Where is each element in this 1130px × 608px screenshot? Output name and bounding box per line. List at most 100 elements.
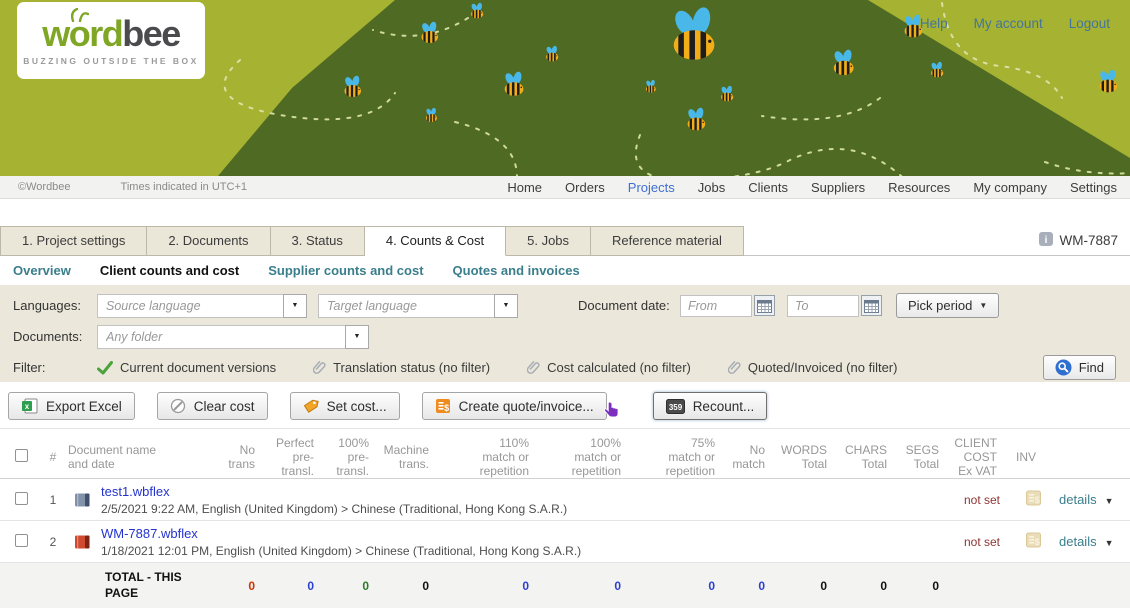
tab-5-jobs[interactable]: 5. Jobs (506, 226, 591, 256)
column-header-75-match-or-repetition: 75%match orrepetition (629, 429, 723, 479)
invoice-faded-icon[interactable]: $ (1025, 532, 1042, 548)
calendar-to-icon[interactable] (861, 295, 882, 316)
filter-chip-cost-calculated-no-filter[interactable]: Cost calculated (no filter) (527, 360, 691, 375)
total-value: 0 (537, 563, 629, 608)
column-header-100-match-or-repetition: 100%match orrepetition (537, 429, 629, 479)
set-cost-button[interactable]: Set cost... (290, 392, 400, 420)
filter-chip-current-document-versions[interactable]: Current document versions (97, 360, 276, 375)
subtab-quotes-and-invoices[interactable]: Quotes and invoices (453, 263, 580, 278)
total-value: 0 (263, 563, 322, 608)
empty-count-cell (835, 521, 895, 563)
select-all-checkbox[interactable] (15, 449, 28, 462)
subtab-bar: Overview Client counts and cost Supplier c… (0, 256, 1130, 285)
row-checkbox[interactable] (15, 492, 28, 505)
nav-item-orders[interactable]: Orders (565, 180, 605, 195)
info-icon[interactable]: i (1039, 232, 1053, 249)
header-line: Perfect (263, 436, 314, 450)
counts-table: #Document nameand dateNotransPerfectpre-… (0, 428, 1130, 608)
nav-item-home[interactable]: Home (507, 180, 542, 195)
tab-3-status[interactable]: 3. Status (271, 226, 365, 256)
nav-item-jobs[interactable]: Jobs (698, 180, 725, 195)
column-header-actions (1047, 429, 1130, 479)
document-link[interactable]: test1.wbflex (101, 484, 170, 499)
banner-link-my-account[interactable]: My account (974, 16, 1043, 31)
folder-input[interactable] (97, 325, 345, 349)
nav-item-projects[interactable]: Projects (628, 180, 675, 195)
total-value: 0 (437, 563, 537, 608)
header-line: transl. (263, 464, 314, 478)
header-checkbox-cell (0, 429, 38, 479)
tab-reference-material[interactable]: Reference material (591, 226, 744, 256)
header-line: INV (1005, 450, 1047, 464)
filter-panel: Languages: ▼ ▼ Document date: Pick perio… (0, 285, 1130, 382)
subtab-client-counts-and-cost[interactable]: Client counts and cost (100, 263, 239, 278)
find-button[interactable]: Find (1043, 355, 1116, 380)
source-language-dropdown-icon[interactable]: ▼ (283, 294, 307, 318)
logo-text: wordbee (42, 16, 180, 52)
chevron-down-icon[interactable]: ▼ (1105, 538, 1114, 548)
tab-1-project-settings[interactable]: 1. Project settings (0, 226, 147, 256)
empty-count-cell (895, 521, 947, 563)
document-cell: test1.wbflex2/5/2021 9:22 AM, English (U… (68, 479, 195, 521)
banner-link-help[interactable]: Help (920, 16, 948, 31)
header-line: match or (437, 450, 529, 464)
document-icon (75, 493, 90, 507)
column-header-: # (38, 429, 68, 479)
source-language-input[interactable] (97, 294, 283, 318)
folder-dropdown-icon[interactable]: ▼ (345, 325, 369, 349)
project-reference: i WM-7887 (1039, 232, 1118, 249)
calendar-from-icon[interactable] (754, 295, 775, 316)
client-cost-cell: not set (947, 479, 1005, 521)
nav-item-clients[interactable]: Clients (748, 180, 788, 195)
header-line: match (723, 457, 765, 471)
toolbar-button-label: Set cost... (327, 399, 387, 414)
svg-text:i: i (1045, 235, 1048, 246)
filter-chip-quoted-invoiced-no-filter[interactable]: Quoted/Invoiced (no filter) (728, 360, 898, 375)
create-quote-invoice-button[interactable]: $Create quote/invoice... (422, 392, 607, 420)
tab-4-counts-cost[interactable]: 4. Counts & Cost (365, 226, 506, 256)
header-line: transl. (322, 464, 369, 478)
header-line: 100% (322, 436, 369, 450)
svg-text:$: $ (1034, 495, 1039, 505)
nav-item-suppliers[interactable]: Suppliers (811, 180, 865, 195)
column-header-chars-total: CHARSTotal (835, 429, 895, 479)
total-value: 0 (773, 563, 835, 608)
document-link[interactable]: WM-7887.wbflex (101, 526, 198, 541)
header-line: No (195, 443, 255, 457)
clear-cost-button[interactable]: Clear cost (157, 392, 268, 420)
date-from-input[interactable] (680, 295, 752, 317)
excel-icon: x (21, 398, 38, 414)
subtab-supplier-counts-and-cost[interactable]: Supplier counts and cost (268, 263, 423, 278)
invoice-faded-icon[interactable]: $ (1025, 490, 1042, 506)
export-excel-button[interactable]: xExport Excel (8, 392, 135, 420)
chevron-down-icon[interactable]: ▼ (1105, 496, 1114, 506)
total-label: TOTAL - THIS PAGE (68, 563, 195, 608)
date-to-input[interactable] (787, 295, 859, 317)
details-link[interactable]: details (1059, 534, 1097, 549)
details-cell: details ▼ (1047, 521, 1130, 563)
column-header-words-total: WORDSTotal (773, 429, 835, 479)
header-line: COST (947, 450, 997, 464)
header-line: Machine (377, 443, 429, 457)
tab-2-documents[interactable]: 2. Documents (147, 226, 270, 256)
nav-item-my-company[interactable]: My company (973, 180, 1047, 195)
subtab-overview[interactable]: Overview (13, 263, 71, 278)
target-language-input[interactable] (318, 294, 494, 318)
details-link[interactable]: details (1059, 492, 1097, 507)
total-empty-check (0, 563, 38, 608)
banner-link-logout[interactable]: Logout (1069, 16, 1110, 31)
recount-button[interactable]: 359Recount... (653, 392, 768, 420)
nav-item-resources[interactable]: Resources (888, 180, 950, 195)
total-value: 0 (835, 563, 895, 608)
filter-label: Filter: (13, 360, 97, 375)
wordbee-logo: wordbee BUZZING OUTSIDE THE BOX (17, 2, 205, 79)
row-checkbox[interactable] (15, 534, 28, 547)
header-line: 100% (537, 436, 621, 450)
column-header-client-cost-ex-vat: CLIENTCOSTEx VAT (947, 429, 1005, 479)
header-line: repetition (629, 464, 715, 478)
nav-item-settings[interactable]: Settings (1070, 180, 1117, 195)
filter-chip-translation-status-no-filter[interactable]: Translation status (no filter) (313, 360, 490, 375)
svg-text:$: $ (1034, 537, 1039, 547)
target-language-dropdown-icon[interactable]: ▼ (494, 294, 518, 318)
pick-period-button[interactable]: Pick period▼ (896, 293, 999, 318)
